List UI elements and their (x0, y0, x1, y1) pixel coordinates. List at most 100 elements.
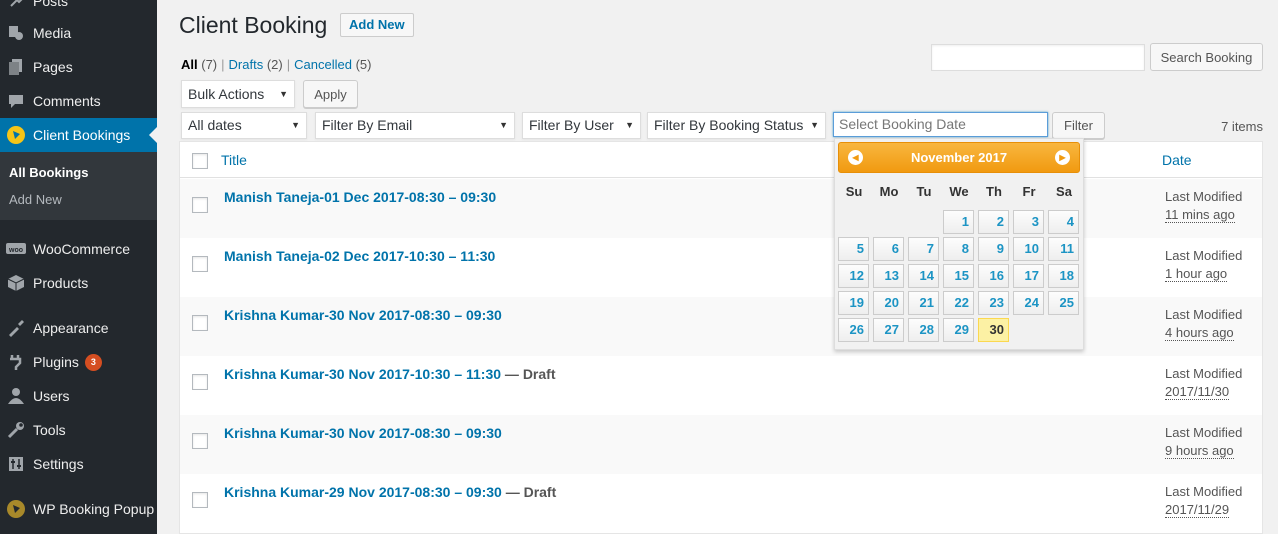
menu-label: WP Booking Popup (33, 501, 155, 517)
filter-user-select[interactable]: Filter By User ▼ (522, 112, 641, 139)
datepicker-day[interactable]: 24 (1013, 291, 1044, 315)
chevron-down-icon: ▼ (291, 120, 300, 130)
filter-status-select[interactable]: Filter By Booking Status ▼ (647, 112, 826, 139)
datepicker-day[interactable]: 6 (873, 237, 904, 261)
datepicker-day[interactable]: 8 (943, 237, 974, 261)
filter-email-value: Filter By Email (322, 117, 413, 133)
datepicker-day[interactable]: 18 (1048, 264, 1079, 288)
apply-button[interactable]: Apply (303, 80, 358, 108)
menu-comments[interactable]: Comments (0, 84, 157, 118)
menu-pages[interactable]: Pages (0, 50, 157, 84)
row-checkbox[interactable] (192, 433, 208, 449)
chevron-down-icon: ▼ (625, 120, 634, 130)
client-bookings-submenu: All Bookings Add New (0, 152, 157, 220)
booking-title-link[interactable]: Krishna Kumar-30 Nov 2017-08:30 – 09:30 (224, 425, 502, 441)
datepicker-day[interactable]: 7 (908, 237, 939, 261)
pin-icon (6, 0, 26, 11)
booking-title-link[interactable]: Manish Taneja-01 Dec 2017-08:30 – 09:30 (224, 189, 496, 205)
booking-state: — Draft (501, 484, 557, 500)
select-all-checkbox[interactable] (192, 153, 208, 169)
datepicker-day[interactable]: 22 (943, 291, 974, 315)
add-new-button[interactable]: Add New (340, 13, 414, 37)
datepicker-day[interactable]: 21 (908, 291, 939, 315)
search-booking-button[interactable]: Search Booking (1150, 43, 1263, 71)
datepicker-day[interactable]: 28 (908, 318, 939, 342)
filter-email-select[interactable]: Filter By Email ▼ (315, 112, 515, 139)
datepicker-day[interactable]: 17 (1013, 264, 1044, 288)
menu-woocommerce[interactable]: woo WooCommerce (0, 232, 157, 266)
column-title[interactable]: Title (221, 152, 247, 168)
datepicker-day[interactable]: 16 (978, 264, 1009, 288)
menu-wp-booking-popup[interactable]: WP Booking Popup (0, 492, 157, 526)
row-checkbox[interactable] (192, 197, 208, 213)
datepicker-day[interactable]: 12 (838, 264, 869, 288)
booking-title-link[interactable]: Krishna Kumar-29 Nov 2017-08:30 – 09:30 … (224, 484, 556, 500)
booking-title-link[interactable]: Krishna Kumar-30 Nov 2017-10:30 – 11:30 … (224, 366, 556, 382)
prev-month-icon[interactable]: ◀ (848, 150, 863, 165)
svg-text:woo: woo (8, 247, 23, 254)
submenu-all-bookings[interactable]: All Bookings (9, 165, 88, 180)
search-input[interactable] (931, 44, 1145, 71)
booking-title-link[interactable]: Manish Taneja-02 Dec 2017-10:30 – 11:30 (224, 248, 495, 264)
filter-button[interactable]: Filter (1052, 112, 1105, 139)
menu-tools[interactable]: Tools (0, 413, 157, 447)
menu-client-bookings[interactable]: Client Bookings (0, 118, 157, 152)
datepicker-day[interactable]: 14 (908, 264, 939, 288)
datepicker-day[interactable]: 5 (838, 237, 869, 261)
datepicker-day[interactable]: 11 (1048, 237, 1079, 261)
menu-appearance[interactable]: Appearance (0, 311, 157, 345)
datepicker-day[interactable]: 9 (978, 237, 1009, 261)
datepicker-day[interactable]: 3 (1013, 210, 1044, 234)
table-row: Manish Taneja-01 Dec 2017-08:30 – 09:30 L… (180, 179, 1262, 238)
menu-label: Pages (33, 59, 73, 75)
datepicker-day[interactable]: 13 (873, 264, 904, 288)
view-cancelled-link[interactable]: Cancelled (5) (294, 57, 371, 72)
menu-plugins[interactable]: Plugins 3 (0, 345, 157, 379)
filter-dates-select[interactable]: All dates ▼ (181, 112, 307, 139)
tools-icon (6, 420, 26, 440)
datepicker-day-today[interactable]: 30 (978, 318, 1009, 342)
datepicker-day[interactable]: 2 (978, 210, 1009, 234)
menu-users[interactable]: Users (0, 379, 157, 413)
datepicker-day[interactable]: 25 (1048, 291, 1079, 315)
row-modified-time: 2017/11/29 (1165, 502, 1230, 518)
datepicker-day[interactable]: 10 (1013, 237, 1044, 261)
menu-settings[interactable]: Settings (0, 447, 157, 481)
datepicker-day[interactable]: 23 (978, 291, 1009, 315)
table-row: Krishna Kumar-30 Nov 2017-08:30 – 09:30 L… (180, 297, 1262, 356)
weekday-label: Su (845, 184, 863, 199)
admin-sidebar: Posts Media Pages Comments Client Bookin… (0, 0, 157, 534)
row-modified-label: Last Modified (1165, 189, 1243, 204)
menu-label: Posts (33, 0, 69, 9)
row-checkbox[interactable] (192, 492, 208, 508)
row-checkbox[interactable] (192, 256, 208, 272)
submenu-add-new[interactable]: Add New (9, 192, 62, 207)
menu-label: Media (33, 25, 72, 41)
menu-label: Users (33, 388, 70, 404)
menu-products[interactable]: Products (0, 266, 157, 300)
booking-date-input[interactable]: Select Booking Date (833, 112, 1048, 137)
booking-title-link[interactable]: Krishna Kumar-30 Nov 2017-08:30 – 09:30 (224, 307, 502, 323)
column-date[interactable]: Date (1162, 152, 1192, 168)
datepicker-day[interactable]: 19 (838, 291, 869, 315)
menu-media[interactable]: Media (0, 16, 157, 50)
filter-user-value: Filter By User (529, 117, 614, 133)
row-checkbox[interactable] (192, 315, 208, 331)
next-month-icon[interactable]: ▶ (1055, 150, 1070, 165)
chevron-down-icon: ▼ (810, 120, 819, 130)
datepicker-day[interactable]: 29 (943, 318, 974, 342)
weekday-label: We (949, 184, 969, 199)
row-modified-label: Last Modified (1165, 484, 1243, 499)
row-modified-label: Last Modified (1165, 307, 1243, 322)
datepicker-day[interactable]: 1 (943, 210, 974, 234)
row-checkbox[interactable] (192, 374, 208, 390)
view-drafts-link[interactable]: Drafts (2) (229, 57, 283, 72)
filter-status-value: Filter By Booking Status (654, 117, 804, 133)
datepicker-day[interactable]: 26 (838, 318, 869, 342)
datepicker-day[interactable]: 27 (873, 318, 904, 342)
bulk-actions-select[interactable]: Bulk Actions ▼ (181, 80, 295, 108)
datepicker-day[interactable]: 15 (943, 264, 974, 288)
view-all-link[interactable]: All (7) (181, 57, 217, 72)
datepicker-day[interactable]: 20 (873, 291, 904, 315)
datepicker-day[interactable]: 4 (1048, 210, 1079, 234)
